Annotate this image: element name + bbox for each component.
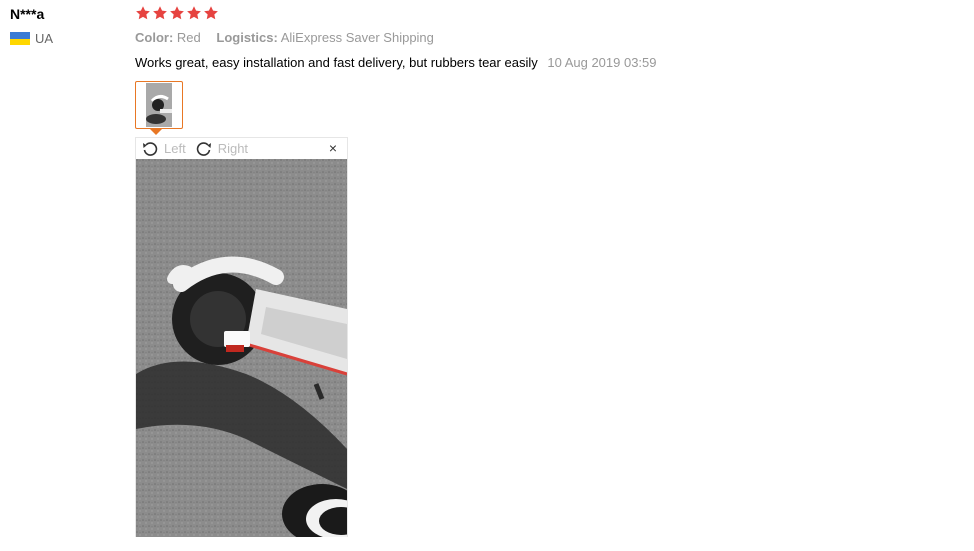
review-content: Works great, easy installation and fast … — [135, 55, 657, 70]
rotate-right-label: Right — [217, 141, 249, 156]
ukraine-flag-icon — [10, 32, 30, 45]
scooter-thumbnail-image — [146, 83, 172, 127]
review-date: 10 Aug 2019 03:59 — [547, 55, 657, 70]
star-icon — [204, 6, 218, 20]
star-icon — [187, 6, 201, 20]
close-viewer-button[interactable]: × — [329, 140, 337, 156]
review-photo-large — [136, 159, 347, 537]
color-label: Color: — [135, 30, 174, 45]
thumbnail-pointer — [150, 129, 162, 135]
star-icon — [136, 6, 150, 20]
rotate-left-button[interactable]: Left — [142, 141, 186, 157]
review-photo-thumbnail[interactable] — [135, 81, 183, 129]
review-text: Works great, easy installation and fast … — [135, 55, 538, 70]
rotate-left-label: Left — [164, 141, 186, 156]
logistics-value: AliExpress Saver Shipping — [280, 30, 434, 45]
rotate-left-icon — [143, 141, 158, 156]
star-icon — [170, 6, 184, 20]
color-value: Red — [176, 30, 201, 45]
photo-viewer: Left Right × — [135, 137, 348, 537]
country-code: UA — [35, 31, 54, 46]
scooter-photo — [136, 159, 347, 537]
reviewer-country: UA — [10, 31, 53, 46]
star-icon — [153, 6, 167, 20]
rating-stars — [135, 5, 219, 21]
rotate-right-icon — [196, 141, 211, 156]
reviewer-name: N***a — [10, 6, 45, 22]
rotate-right-button[interactable]: Right — [196, 141, 248, 157]
logistics-label: Logistics: — [216, 30, 278, 45]
order-attributes: Color: Red Logistics: AliExpress Saver S… — [135, 30, 446, 45]
viewer-toolbar: Left Right × — [136, 138, 347, 159]
